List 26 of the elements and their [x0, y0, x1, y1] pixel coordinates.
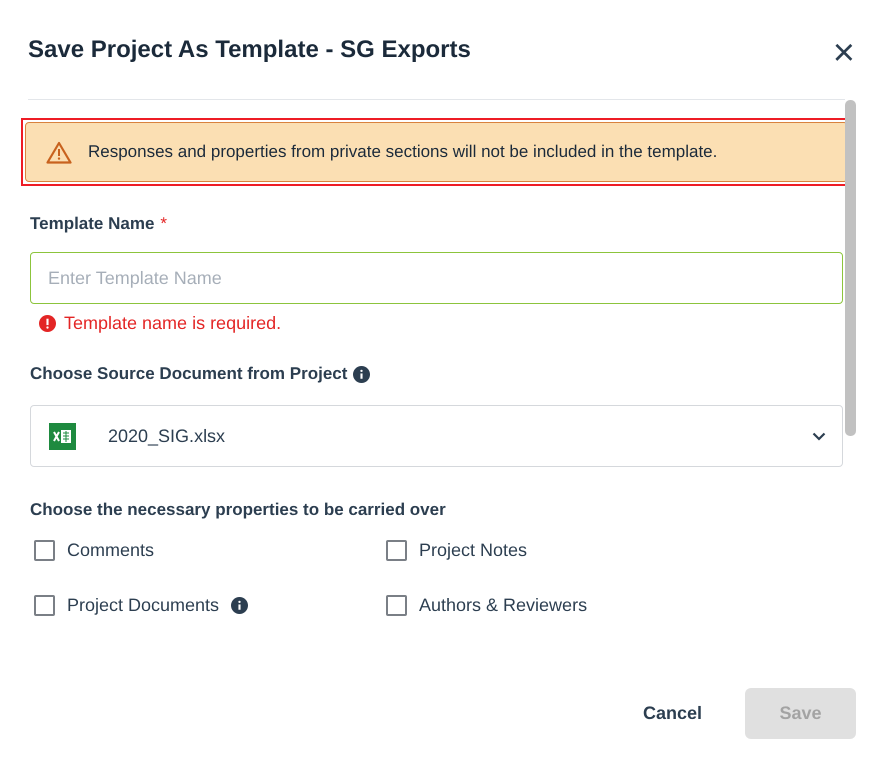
checkbox[interactable]: [34, 595, 55, 616]
checkbox-option[interactable]: Project Notes: [386, 540, 843, 561]
checkbox[interactable]: [386, 540, 407, 561]
checkbox-option[interactable]: Authors & Reviewers: [386, 595, 843, 616]
checkbox-option[interactable]: Comments: [34, 540, 386, 561]
input-field[interactable]: Enter Template Name: [30, 252, 843, 304]
error-message: Template name is required.: [64, 313, 282, 334]
spreadsheet-file-icon: [49, 422, 76, 450]
dialog-title: Save Project As Template - SG Exports: [28, 36, 471, 64]
checkbox[interactable]: [34, 540, 55, 561]
scrollbar[interactable]: [845, 100, 856, 436]
field-label: Choose Source Document from Project: [30, 364, 348, 384]
warning-icon: [46, 140, 72, 164]
info-icon: [231, 597, 248, 614]
close-button[interactable]: ×: [832, 34, 855, 72]
section-label: Choose the necessary properties to be carried over: [30, 500, 446, 520]
required-mark: *: [160, 214, 168, 234]
info-icon: [353, 366, 370, 382]
checkbox-option[interactable]: Project Documents: [34, 595, 386, 616]
cancel-button[interactable]: Cancel: [636, 702, 708, 725]
error-icon: [39, 315, 56, 332]
chevron-down-icon: [812, 432, 826, 440]
checkbox[interactable]: [386, 595, 407, 616]
warning-text: Responses and properties from private sections will not be included in the template.: [88, 141, 718, 163]
source-dropdown[interactable]: 2020_SIG.xlsx: [30, 405, 843, 467]
field-label: Template Name: [30, 214, 154, 234]
